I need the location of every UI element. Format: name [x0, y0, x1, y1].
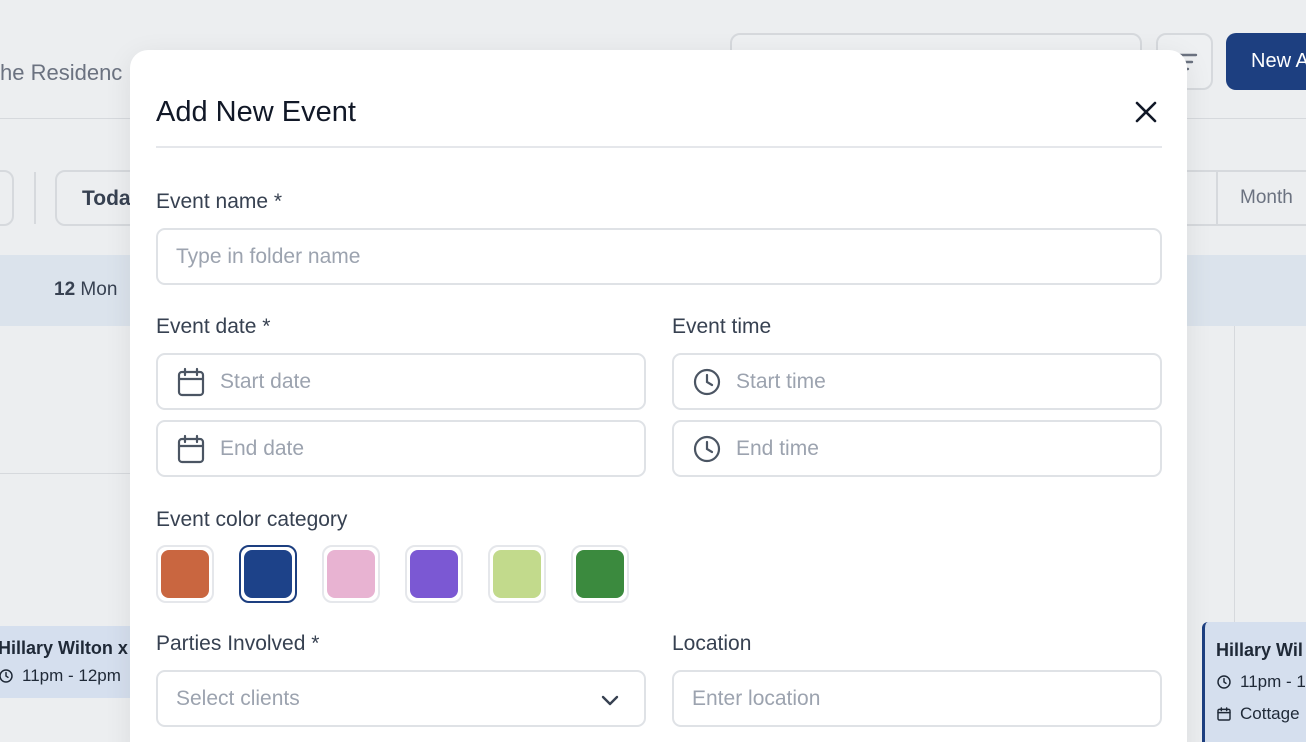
color-swatch-fill: [410, 550, 458, 598]
event-location-text: Cottage: [1240, 704, 1300, 723]
parties-label: Parties Involved *: [156, 632, 320, 655]
clock-icon: [692, 434, 722, 464]
day-header: 12 Mon: [54, 279, 117, 301]
color-swatch-4[interactable]: [405, 545, 463, 603]
event-location: Cottage: [1216, 704, 1300, 724]
event-title: Hillary Wil: [1216, 640, 1303, 660]
grid-line: [0, 473, 130, 474]
parties-select-input[interactable]: [176, 686, 644, 711]
close-icon: [1135, 101, 1157, 123]
parties-select[interactable]: [156, 670, 646, 727]
event-time: 11pm - 12pm: [0, 666, 121, 686]
color-swatch-5[interactable]: [488, 545, 546, 603]
clock-icon: [0, 669, 13, 683]
start-date-input[interactable]: [220, 369, 644, 394]
color-swatch-fill: [161, 550, 209, 598]
start-time-field[interactable]: [672, 353, 1162, 410]
color-swatch-fill: [244, 550, 292, 598]
chevron-down-icon: [601, 695, 619, 706]
calendar-icon: [176, 434, 206, 464]
location-field: [672, 670, 1162, 727]
event-time-label: Event time: [672, 315, 772, 338]
clock-icon: [1217, 675, 1231, 689]
toolbar-divider: [34, 172, 36, 224]
location-input[interactable]: [692, 686, 1160, 711]
color-swatch-1[interactable]: [156, 545, 214, 603]
event-card[interactable]: Hillary Wil 11pm - 1 Cottage: [1202, 622, 1306, 742]
event-name-label: Event name *: [156, 190, 283, 213]
color-swatch-fill: [576, 550, 624, 598]
event-name-field: [156, 228, 1162, 285]
close-button[interactable]: [1130, 96, 1162, 128]
start-time-input[interactable]: [736, 369, 1160, 394]
event-time-text: 11pm - 12pm: [22, 666, 121, 685]
end-date-field[interactable]: [156, 420, 646, 477]
event-date-label: Event date *: [156, 315, 271, 338]
color-swatch-2[interactable]: [239, 545, 297, 603]
color-swatch-3[interactable]: [322, 545, 380, 603]
new-appointment-button[interactable]: New A: [1226, 33, 1306, 90]
calendar-icon: [1217, 707, 1231, 721]
event-name-input[interactable]: [176, 244, 1160, 269]
event-title: Hillary Wilton x: [0, 638, 128, 658]
event-time: 11pm - 1: [1216, 672, 1306, 692]
end-time-input[interactable]: [736, 436, 1160, 461]
modal-divider: [156, 146, 1162, 148]
page-title: he Residenc: [0, 60, 123, 85]
end-date-input[interactable]: [220, 436, 644, 461]
color-category-label: Event color category: [156, 508, 348, 531]
grid-line: [1234, 326, 1235, 626]
start-date-field[interactable]: [156, 353, 646, 410]
color-swatch-fill: [493, 550, 541, 598]
prev-button[interactable]: [0, 170, 14, 226]
location-label: Location: [672, 632, 752, 655]
color-swatch-fill: [327, 550, 375, 598]
add-event-modal: Add New Event Event name * Event date * …: [130, 50, 1187, 742]
day-weekday: Mon: [80, 279, 118, 300]
day-number: 12: [54, 279, 76, 300]
event-card[interactable]: Hillary Wilton x 11pm - 12pm: [0, 626, 140, 698]
clock-icon: [692, 367, 722, 397]
color-swatch-6[interactable]: [571, 545, 629, 603]
modal-title: Add New Event: [156, 96, 356, 128]
end-time-field[interactable]: [672, 420, 1162, 477]
tab-month[interactable]: Month: [1240, 187, 1293, 209]
event-time-text: 11pm - 1: [1240, 672, 1306, 691]
calendar-icon: [176, 367, 206, 397]
